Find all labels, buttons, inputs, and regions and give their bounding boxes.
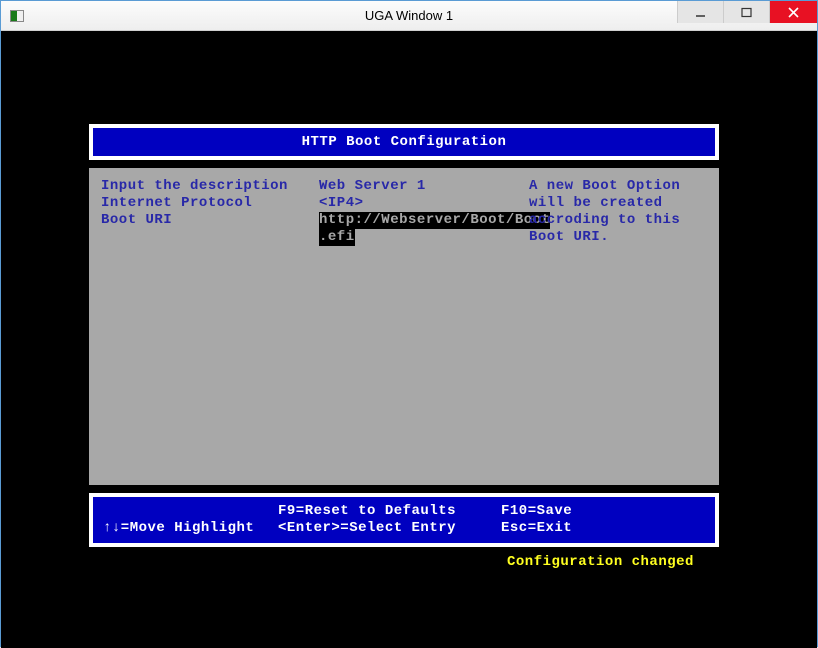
- label-booturi: Boot URI: [101, 212, 172, 228]
- label-protocol: Internet Protocol: [101, 195, 252, 211]
- value-booturi-line2[interactable]: .efi: [319, 229, 355, 246]
- footer-cell-enter: <Enter>=Select Entry: [278, 520, 501, 537]
- footer-cell-f9: F9=Reset to Defaults: [278, 503, 501, 520]
- help-line: Boot URI.: [529, 229, 609, 245]
- value-protocol[interactable]: <IP4>: [319, 195, 364, 211]
- label-description: Input the description: [101, 178, 288, 194]
- titlebar: UGA Window 1: [1, 1, 817, 31]
- keybind-footer: F9=Reset to Defaults F10=Save ↑↓=Move Hi…: [89, 493, 719, 547]
- close-button[interactable]: [769, 1, 817, 23]
- form-labels: Input the description Internet Protocol …: [101, 178, 319, 246]
- window-controls: [677, 1, 817, 30]
- status-text: Configuration changed: [507, 554, 694, 570]
- page-title: HTTP Boot Configuration: [302, 134, 507, 150]
- footer-cell-esc: Esc=Exit: [501, 520, 701, 537]
- footer-cell: [103, 503, 278, 520]
- footer-cell-f10: F10=Save: [501, 503, 701, 520]
- app-icon: [9, 8, 25, 24]
- minimize-button[interactable]: [677, 1, 723, 23]
- maximize-button[interactable]: [723, 1, 769, 23]
- help-line: will be created: [529, 195, 663, 211]
- help-line: accroding to this: [529, 212, 680, 228]
- help-text: A new Boot Option will be created accrod…: [529, 178, 719, 246]
- value-description[interactable]: Web Server 1: [319, 178, 426, 194]
- footer-cell-arrows: ↑↓=Move Highlight: [103, 520, 278, 537]
- form-panel: Input the description Internet Protocol …: [89, 168, 719, 485]
- form-values: Web Server 1 <IP4> http://Webserver/Boot…: [319, 178, 529, 246]
- help-line: A new Boot Option: [529, 178, 680, 194]
- terminal-area: HTTP Boot Configuration Input the descri…: [1, 31, 817, 648]
- page-header: HTTP Boot Configuration: [89, 124, 719, 160]
- value-booturi-line1[interactable]: http://Webserver/Boot/Boot: [319, 212, 550, 229]
